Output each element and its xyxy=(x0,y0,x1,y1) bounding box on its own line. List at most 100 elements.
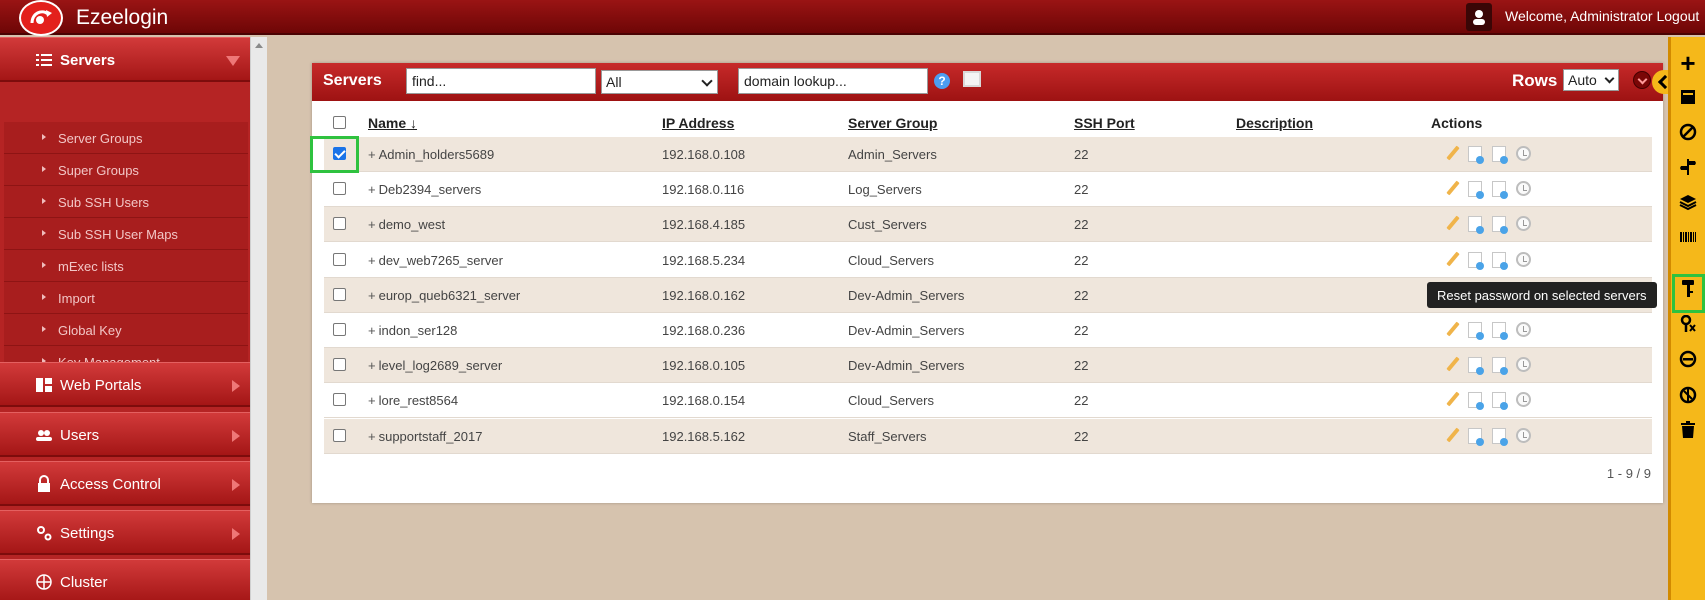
copy-document-icon[interactable] xyxy=(1492,322,1508,340)
sidebar-item-sub-ssh-user-maps[interactable]: Sub SSH User Maps xyxy=(4,218,248,250)
copy-document-icon[interactable] xyxy=(1492,146,1508,164)
row-checkbox[interactable] xyxy=(333,323,346,336)
copy-document-icon[interactable] xyxy=(1492,216,1508,235)
help-icon[interactable]: ? xyxy=(934,73,950,89)
table-row[interactable]: + demo_west 192.168.4.185 Cust_Servers 22 xyxy=(324,207,1652,243)
trash-icon[interactable] xyxy=(1676,421,1700,445)
row-checkbox[interactable] xyxy=(333,287,346,301)
domain-lookup-input[interactable]: domain lookup... xyxy=(738,68,928,94)
row-checkbox[interactable] xyxy=(333,393,346,407)
column-name[interactable]: Name ↓ xyxy=(368,115,417,131)
terminal-icon[interactable] xyxy=(1676,87,1700,111)
row-checkbox[interactable] xyxy=(333,182,346,196)
column-ip-address[interactable]: IP Address xyxy=(662,115,734,131)
history-clock-icon[interactable] xyxy=(1516,181,1531,197)
column-server-group[interactable]: Server Group xyxy=(848,115,937,131)
expand-plus-icon[interactable]: + xyxy=(368,147,376,162)
add-document-icon[interactable] xyxy=(1468,322,1484,340)
sidebar-item-server-groups[interactable]: Server Groups xyxy=(4,122,248,154)
history-clock-icon[interactable] xyxy=(1516,251,1531,267)
server-name-link[interactable]: + Admin_holders5689 xyxy=(368,147,494,162)
server-name-link[interactable]: + Deb2394_servers xyxy=(368,182,481,197)
copy-document-icon[interactable] xyxy=(1492,392,1508,411)
table-row[interactable]: + Deb2394_servers 192.168.0.116 Log_Servers… xyxy=(324,172,1652,208)
rows-select[interactable]: Auto xyxy=(1563,69,1619,91)
barcode-icon[interactable] xyxy=(1676,228,1700,252)
column-description[interactable]: Description xyxy=(1236,115,1313,131)
sidebar-item-sub-ssh-users[interactable]: Sub SSH Users xyxy=(4,186,248,218)
find-input[interactable]: find... xyxy=(406,68,596,94)
sidebar-section-settings[interactable]: Settings xyxy=(0,510,250,555)
edit-pencil-icon[interactable] xyxy=(1446,180,1460,196)
sidebar-section-access-control[interactable]: Access Control xyxy=(0,461,250,506)
history-clock-icon[interactable] xyxy=(1516,146,1531,161)
history-clock-icon[interactable] xyxy=(1516,427,1531,443)
expand-plus-icon[interactable]: + xyxy=(368,217,376,232)
ezeelogin-logo-icon[interactable] xyxy=(19,0,63,36)
sidebar-item-mexec-lists[interactable]: mExec lists xyxy=(4,250,248,282)
plus-icon[interactable]: + xyxy=(1676,50,1700,76)
copy-document-icon[interactable] xyxy=(1492,181,1508,200)
expand-plus-icon[interactable]: + xyxy=(368,429,376,444)
edit-pencil-icon[interactable] xyxy=(1446,321,1460,337)
sidebar-scrollbar[interactable] xyxy=(250,37,267,600)
history-clock-icon[interactable] xyxy=(1516,357,1531,373)
copy-document-icon[interactable] xyxy=(1492,251,1508,270)
table-row[interactable]: + indon_ser128 192.168.0.236 Dev-Admin_Serv… xyxy=(324,313,1652,348)
server-name-link[interactable]: + demo_west xyxy=(368,217,445,232)
history-clock-icon[interactable] xyxy=(1516,322,1531,337)
minus-circle-icon[interactable] xyxy=(1676,350,1700,374)
add-document-icon[interactable] xyxy=(1468,392,1484,411)
row-checkbox[interactable] xyxy=(333,252,346,266)
expand-plus-icon[interactable]: + xyxy=(368,323,376,338)
table-row[interactable]: + Admin_holders5689 192.168.0.108 Admin_Ser… xyxy=(324,137,1652,172)
table-row[interactable]: + supportstaff_2017 192.168.5.162 Staff_Ser… xyxy=(324,418,1652,454)
expand-plus-icon[interactable]: + xyxy=(368,288,376,303)
sidebar-section-users[interactable]: Users xyxy=(0,412,250,457)
select-all-checkbox[interactable] xyxy=(333,116,346,129)
server-name-link[interactable]: + lore_rest8564 xyxy=(368,393,458,408)
server-name-link[interactable]: + europ_queb6321_server xyxy=(368,288,520,303)
add-document-icon[interactable] xyxy=(1468,427,1484,446)
scroll-up-icon[interactable] xyxy=(255,43,263,48)
expand-plus-icon[interactable]: + xyxy=(368,358,376,373)
server-name-link[interactable]: + level_log2689_server xyxy=(368,358,502,373)
collapse-panel-icon[interactable] xyxy=(1633,71,1651,89)
welcome-logout-link[interactable]: Welcome, Administrator Logout xyxy=(1505,8,1699,24)
edit-pencil-icon[interactable] xyxy=(1446,391,1460,407)
edit-pencil-icon[interactable] xyxy=(1446,145,1460,161)
signpost-icon[interactable] xyxy=(1676,158,1700,182)
image-icon[interactable] xyxy=(963,71,981,87)
history-clock-icon[interactable] xyxy=(1516,216,1531,232)
server-name-link[interactable]: + dev_web7265_server xyxy=(368,253,503,268)
add-document-icon[interactable] xyxy=(1468,251,1484,270)
edit-pencil-icon[interactable] xyxy=(1446,251,1460,267)
copy-document-icon[interactable] xyxy=(1492,357,1508,376)
table-row[interactable]: + lore_rest8564 192.168.0.154 Cloud_Servers… xyxy=(324,383,1652,419)
add-document-icon[interactable] xyxy=(1468,146,1484,164)
row-checkbox[interactable] xyxy=(333,358,346,372)
key-remove-icon[interactable] xyxy=(1676,314,1700,339)
sidebar-item-super-groups[interactable]: Super Groups xyxy=(4,154,248,186)
sidebar-section-web-portals[interactable]: Web Portals xyxy=(0,362,250,407)
row-checkbox[interactable] xyxy=(333,428,346,442)
column-ssh-port[interactable]: SSH Port xyxy=(1074,115,1135,131)
sidebar-item-global-key[interactable]: Global Key xyxy=(4,314,248,346)
add-document-icon[interactable] xyxy=(1468,181,1484,200)
table-row[interactable]: + dev_web7265_server 192.168.5.234 Cloud_Se… xyxy=(324,243,1652,278)
expand-plus-icon[interactable]: + xyxy=(368,393,376,408)
edit-pencil-icon[interactable] xyxy=(1446,427,1460,443)
server-name-link[interactable]: + indon_ser128 xyxy=(368,323,457,338)
block-icon[interactable] xyxy=(1676,123,1700,147)
sidebar-section-servers[interactable]: Servers xyxy=(0,37,250,82)
globe-icon[interactable] xyxy=(1676,386,1700,410)
history-clock-icon[interactable] xyxy=(1516,392,1531,408)
edit-pencil-icon[interactable] xyxy=(1446,356,1460,372)
table-row[interactable]: + level_log2689_server 192.168.0.105 Dev-Ad… xyxy=(324,348,1652,384)
sidebar-section-cluster[interactable]: Cluster xyxy=(0,559,250,600)
group-filter-select[interactable]: All xyxy=(601,70,718,94)
expand-plus-icon[interactable]: + xyxy=(368,182,376,197)
sidebar-item-import[interactable]: Import xyxy=(4,282,248,314)
row-checkbox[interactable] xyxy=(333,217,346,231)
add-document-icon[interactable] xyxy=(1468,357,1484,376)
